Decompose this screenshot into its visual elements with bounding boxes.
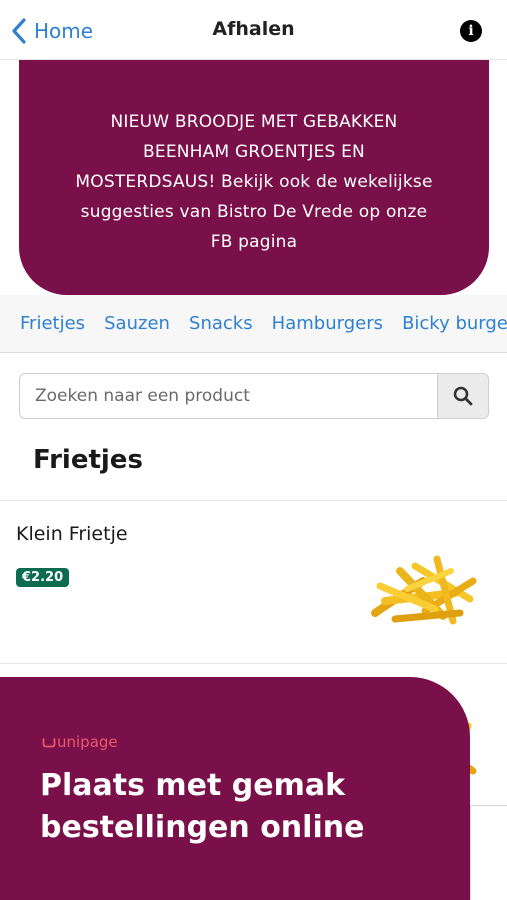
unipage-logo-icon [42,738,56,748]
promo-headline-line2: bestellingen online [40,810,365,845]
announcement-banner: NIEUW BROODJE MET GEBAKKEN BEENHAM GROEN… [19,60,489,295]
category-tab-sauzen[interactable]: Sauzen [104,295,170,352]
search-button[interactable] [437,374,488,418]
card-edge [470,805,507,900]
price-badge: €2.20 [16,568,70,587]
category-tabs: Frietjes Sauzen Snacks Hamburgers Bicky … [0,295,507,353]
unipage-logo-text: unipage [57,733,118,751]
product-item[interactable]: Klein Frietje €2.20 [0,501,507,664]
navigation-bar: Home Afhalen i [0,0,507,60]
search-input[interactable] [20,374,437,418]
category-tab-snacks[interactable]: Snacks [189,295,253,352]
page-title: Afhalen [212,18,295,40]
search-icon [453,386,473,406]
promo-headline-line1: Plaats met gemak [40,768,346,803]
fries-image [371,555,477,625]
promo-headline: Plaats met gemak bestellingen online [40,765,364,849]
search-bar [19,373,489,419]
category-tab-bicky-burgers[interactable]: Bicky burgers [402,295,507,352]
category-tab-frietjes[interactable]: Frietjes [20,295,85,352]
category-tab-hamburgers[interactable]: Hamburgers [272,295,383,352]
product-name: Klein Frietje [16,523,128,545]
announcement-text: NIEUW BROODJE MET GEBAKKEN BEENHAM GROEN… [75,111,433,252]
unipage-logo: unipage [42,733,118,751]
section-title: Frietjes [33,445,143,475]
promo-overlay: unipage Plaats met gemak bestellingen on… [0,677,470,900]
info-icon[interactable]: i [460,20,482,42]
